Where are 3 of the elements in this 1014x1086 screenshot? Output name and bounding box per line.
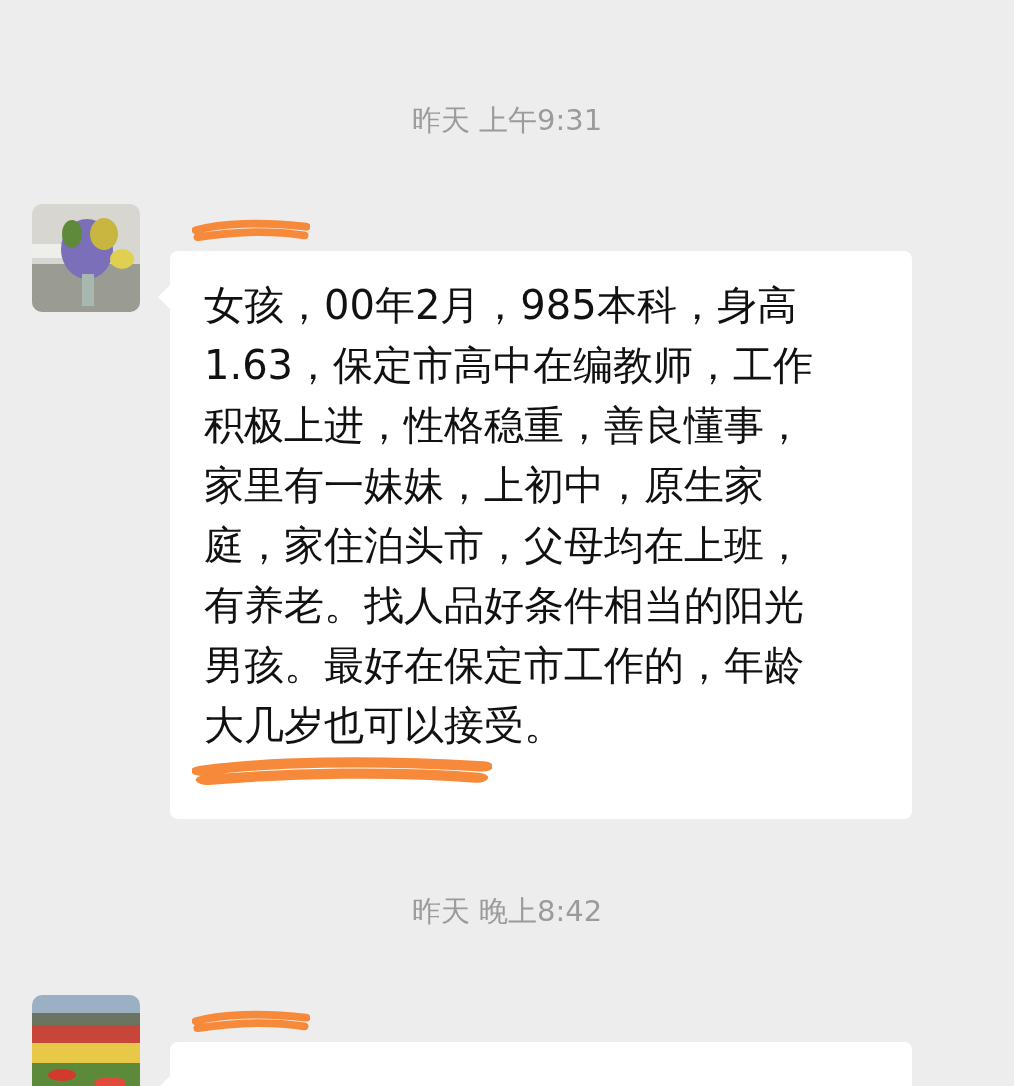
timestamp: 昨天 上午9:31 — [411, 102, 603, 139]
timestamp: 昨天 晚上8:42 — [411, 893, 603, 930]
message-text: 女孩，00年2月，985本科，身高 1.63，保定市高中在编教师，工作 积极上进，性格稳重，善良懂事， 家里有一妹妹，上初中，原生家 庭，家住泊头市，父母均在上班， 有养老。找人品好条件相当的阳光 男孩。最好在保定市工作的，年龄 大几岁也可以接受。 — [204, 281, 815, 750]
